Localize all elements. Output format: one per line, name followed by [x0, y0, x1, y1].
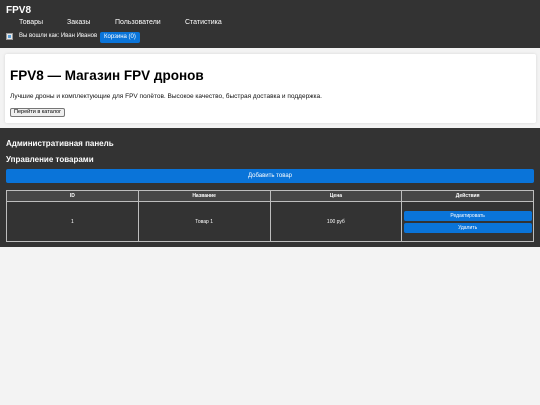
column-header-name[interactable]: Название [137, 190, 271, 202]
column-header-actions: Действия [401, 190, 534, 202]
products-table: ID Название Цена Действия 1 Товар 1 100 … [6, 190, 534, 242]
user-avatar-icon [6, 33, 13, 40]
top-header: FPV8 Товары Заказы Пользователи Статисти… [0, 0, 540, 48]
table-row: 1 Товар 1 100 руб Редактировать Удалить [6, 201, 534, 242]
logged-in-text: Вы вошли как: Иван Иванов [19, 33, 98, 39]
go-to-catalog-button[interactable]: Перейти в каталог [10, 108, 66, 117]
delete-product-button[interactable]: Удалить [403, 222, 532, 233]
admin-panel: Административная панель Управление товар… [0, 128, 540, 247]
products-section-title: Управление товарами [6, 155, 94, 164]
product-name-cell: Товар 1 [137, 201, 271, 242]
hero-description: Лучшие дроны и комплектующие для FPV пол… [10, 93, 322, 100]
column-header-id[interactable]: ID [6, 190, 139, 202]
nav-users[interactable]: Пользователи [115, 19, 161, 26]
admin-panel-title: Административная панель [6, 139, 114, 148]
product-actions-cell: Редактировать Удалить [401, 201, 534, 242]
nav-products[interactable]: Товары [19, 19, 43, 26]
nav-orders[interactable]: Заказы [67, 19, 90, 26]
product-price-cell: 100 руб [269, 201, 403, 242]
hero-card: FPV8 — Магазин FPV дронов Лучшие дроны и… [5, 54, 536, 123]
column-header-price[interactable]: Цена [269, 190, 403, 202]
table-header-row: ID Название Цена Действия [6, 190, 534, 202]
site-logo[interactable]: FPV8 [6, 5, 31, 16]
add-product-button[interactable]: Добавить товар [6, 169, 534, 183]
product-id-cell: 1 [6, 201, 139, 242]
page-title: FPV8 — Магазин FPV дронов [10, 68, 204, 83]
edit-product-button[interactable]: Редактировать [403, 210, 532, 221]
cart-button[interactable]: Корзина (0) [100, 32, 140, 43]
nav-statistics[interactable]: Статистика [185, 19, 222, 26]
